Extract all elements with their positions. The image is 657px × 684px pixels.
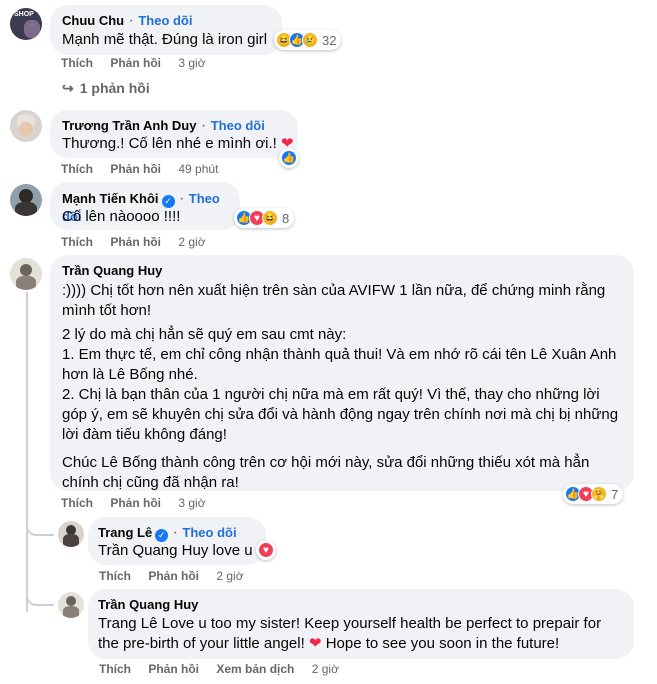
comment-body: :)))) Chị tốt hơn nên xuất hiện trên sàn… <box>62 281 622 493</box>
reply-button[interactable]: Phản hồi <box>110 496 161 510</box>
comment-time[interactable]: 3 giờ <box>178 56 205 70</box>
reply-button[interactable]: Phản hồi <box>148 569 199 583</box>
reply-text: love u <box>212 542 253 559</box>
thread-line <box>26 520 54 536</box>
reply-button[interactable]: Phản hồi <box>148 662 199 676</box>
comment-author[interactable]: Trương Trần Anh Duy <box>62 118 196 133</box>
reaction-summary[interactable]: 👍 <box>279 148 299 168</box>
thread-line <box>26 590 54 606</box>
comment-text: Cố lên nàoooo !!!! <box>62 208 181 225</box>
reply-button[interactable]: Phản hồi <box>110 162 161 176</box>
comment-text: Mạnh mẽ thật. Đúng là iron girl <box>62 31 268 48</box>
comment-actions: Thích Phản hồi 2 giờ <box>61 235 206 249</box>
reply-author[interactable]: Trang Lê <box>98 525 152 540</box>
reply-bubble: Trần Quang Huy Trang Lê Love u too my si… <box>88 589 634 659</box>
follow-link[interactable]: Theo dõi <box>211 118 265 133</box>
comment-paragraph: 2 lý do mà chị hẳn sẽ quý em sau cmt này… <box>62 326 347 343</box>
avatar-tran-quang-huy[interactable] <box>58 592 84 618</box>
sad-reaction-icon: 😢 <box>302 32 318 48</box>
avatar-tran-quang-huy[interactable] <box>10 258 42 290</box>
reply-bubble: Trang Lê ✓ · Theo dõi Trần Quang Huy love… <box>88 517 266 565</box>
comment-paragraph: 1. Em thực tế, em chỉ công nhận thành qu… <box>62 346 617 383</box>
avatar-shop-badge: SHOP <box>14 11 34 18</box>
reply-text-continued: Hope to see you soon in the future! <box>325 635 560 652</box>
thread-line <box>26 292 28 612</box>
comment-time[interactable]: 2 giờ <box>178 235 205 249</box>
heart-emoji-icon: ❤ <box>308 635 322 652</box>
like-button[interactable]: Thích <box>61 162 93 176</box>
comment-bubble: Trương Trần Anh Duy · Theo dõi Thương.! … <box>50 110 298 158</box>
comment-paragraph: 2. Chị là bạn thân của 1 người chị nữa m… <box>62 386 619 443</box>
comment-author[interactable]: Trần Quang Huy <box>62 263 162 278</box>
comment-text: Thương.! Cố lên nhé e mình ơi.! ❤ <box>62 135 294 152</box>
like-button[interactable]: Thích <box>61 235 93 249</box>
comment-time[interactable]: 49 phút <box>178 162 218 176</box>
care-reaction-icon: 🤗 <box>591 486 607 502</box>
reply-arrow-icon: ↪ <box>62 80 74 96</box>
comment-actions: Thích Phản hồi 3 giờ <box>61 56 206 70</box>
comment-paragraph: Chúc Lê Bống thành công trên cơ hội mới … <box>62 454 590 491</box>
mention-link[interactable]: Trang Lê <box>98 615 157 632</box>
reply-button[interactable]: Phản hồi <box>110 56 161 70</box>
reaction-count: 32 <box>322 32 337 48</box>
comment-author[interactable]: Chuu Chu <box>62 13 124 28</box>
avatar-manh-tien-khoi[interactable] <box>10 184 42 216</box>
comment-actions: Thích Phản hồi 3 giờ <box>61 496 206 510</box>
reply-actions: Thích Phản hồi 2 giờ <box>99 569 244 583</box>
haha-reaction-icon: 😆 <box>262 210 278 226</box>
reaction-summary[interactable]: 👍 ♥ 😆 8 <box>234 208 295 228</box>
reaction-count: 7 <box>611 486 619 502</box>
reply-button[interactable]: Phản hồi <box>110 235 161 249</box>
reaction-summary[interactable]: 😆 👍 😢 32 <box>274 30 342 50</box>
avatar-trang-le[interactable] <box>58 521 84 547</box>
reaction-summary[interactable]: 👍 ♥ 🤗 7 <box>563 484 624 504</box>
comment-bubble: Chuu Chu · Theo dõi Mạnh mẽ thật. Đúng l… <box>50 5 282 55</box>
follow-link[interactable]: Theo dõi <box>182 525 236 540</box>
reply-actions: Thích Phản hồi Xem bản dịch 2 giờ <box>99 662 339 676</box>
love-reaction-icon: ♥ <box>258 542 274 558</box>
like-button[interactable]: Thích <box>61 56 93 70</box>
reaction-count: 8 <box>282 210 290 226</box>
reaction-summary[interactable]: ♥ <box>256 540 276 560</box>
comment-bubble: Trần Quang Huy :)))) Chị tốt hơn nên xuấ… <box>50 255 634 491</box>
reply-time[interactable]: 2 giờ <box>312 662 339 676</box>
like-button[interactable]: Thích <box>61 496 93 510</box>
comment-bubble: Mạnh Tiến Khôi ✓ · Theo dõi Cố lên nàoooo… <box>50 182 240 230</box>
comment-paragraph: :)))) Chị tốt hơn nên xuất hiện trên sàn… <box>62 282 606 319</box>
reply-author[interactable]: Trần Quang Huy <box>98 597 198 612</box>
avatar-truong-tran-anh-duy[interactable] <box>10 110 42 142</box>
translate-button[interactable]: Xem bản dịch <box>216 662 294 676</box>
mention-link[interactable]: Trần Quang Huy <box>98 542 208 559</box>
comment-author[interactable]: Mạnh Tiến Khôi <box>62 191 159 206</box>
avatar-chuu-chu[interactable]: SHOP <box>10 8 42 40</box>
comment-actions: Thích Phản hồi 49 phút <box>61 162 218 176</box>
like-button[interactable]: Thích <box>99 662 131 676</box>
follow-link[interactable]: Theo dõi <box>138 13 192 28</box>
like-reaction-icon: 👍 <box>281 150 297 166</box>
like-button[interactable]: Thích <box>99 569 131 583</box>
comment-time[interactable]: 3 giờ <box>178 496 205 510</box>
view-replies-link[interactable]: ↪ 1 phản hồi <box>62 80 150 97</box>
reply-time[interactable]: 2 giờ <box>216 569 243 583</box>
